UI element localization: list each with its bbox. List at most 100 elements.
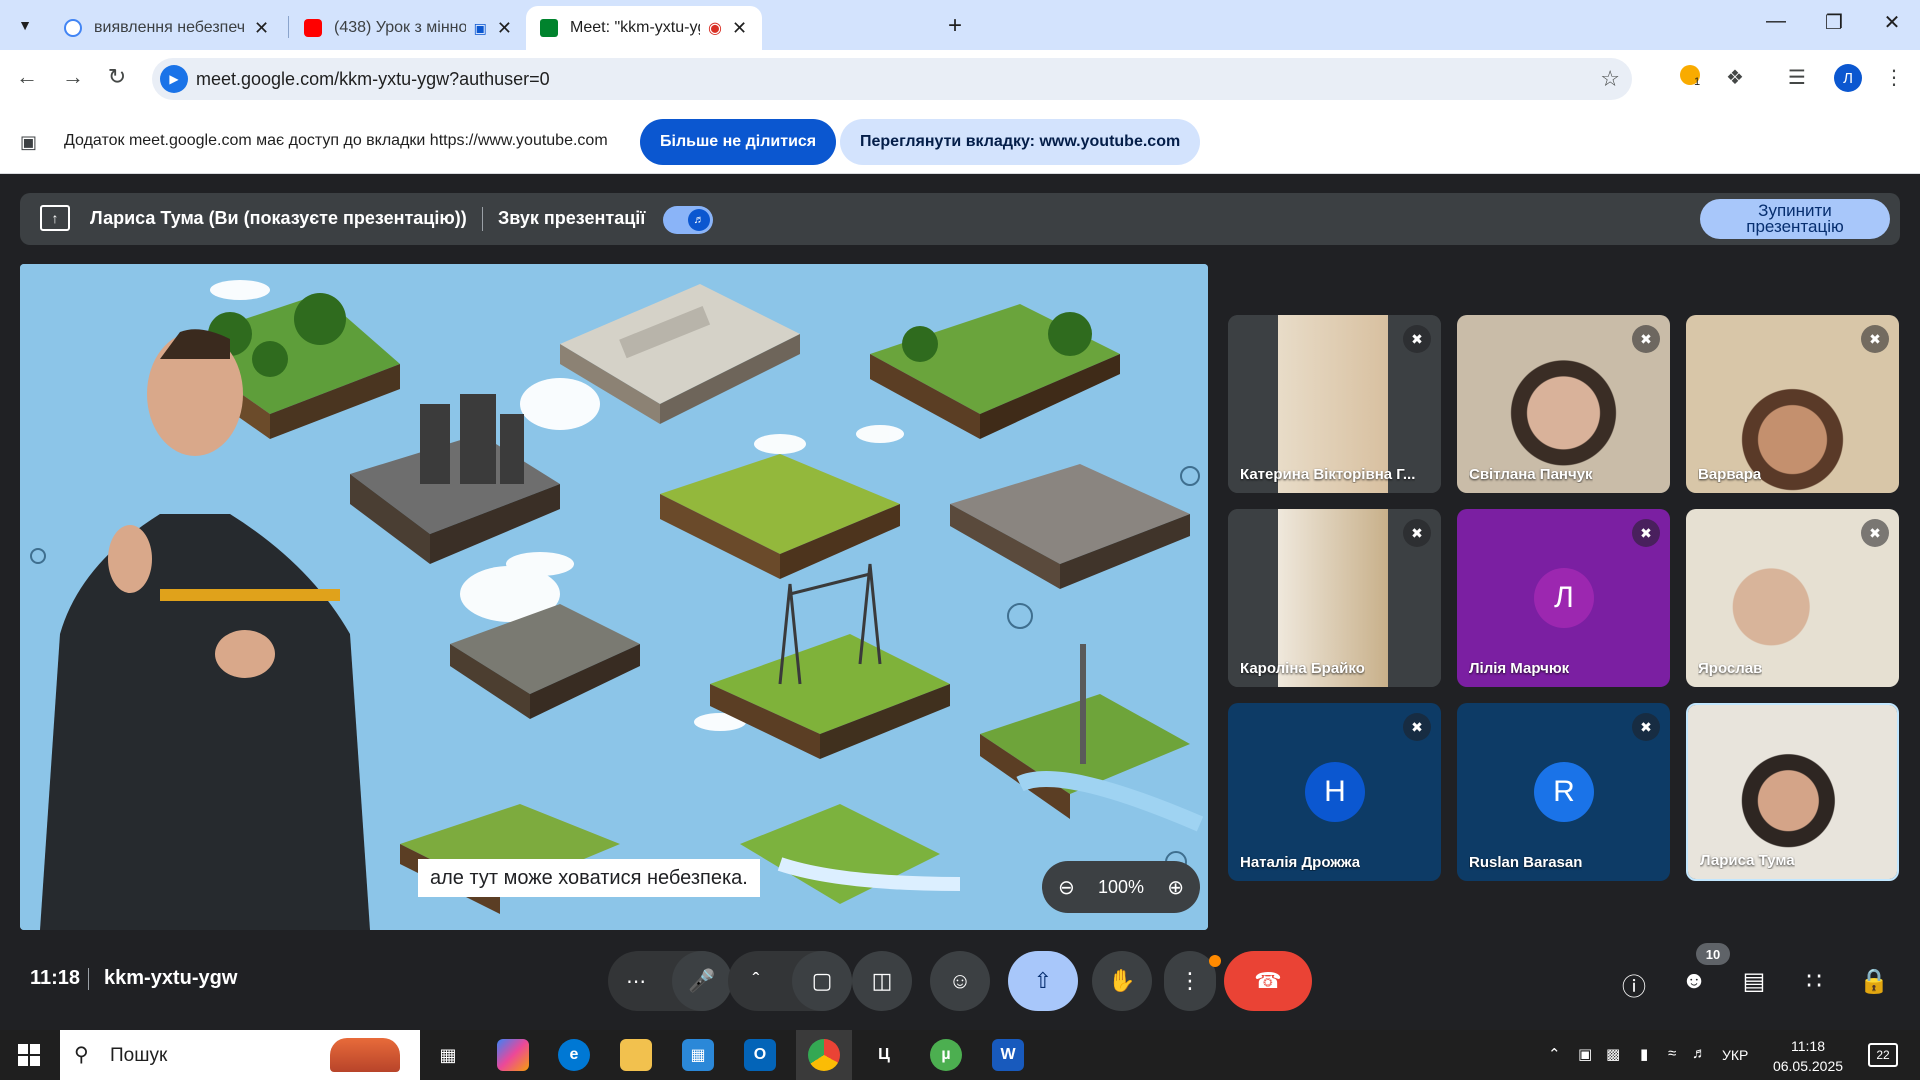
- mic-off-icon: ✖: [1403, 325, 1431, 353]
- presentation-sound-label: Звук презентації: [498, 208, 646, 228]
- bookmark-star-icon[interactable]: ☆: [1600, 66, 1620, 92]
- file-explorer-icon[interactable]: [620, 1039, 652, 1071]
- tab-title: (438) Урок з мінної безпек: [334, 19, 466, 36]
- search-icon: ⚲: [74, 1044, 89, 1066]
- copilot-icon[interactable]: [497, 1039, 529, 1071]
- participant-tile[interactable]: ✖ Варвара: [1686, 315, 1899, 493]
- chrome-menu-icon[interactable]: ⋮: [1884, 65, 1904, 90]
- mic-off-icon: ✖: [1632, 325, 1660, 353]
- camera-icon[interactable]: ▢: [792, 951, 852, 1011]
- restore-icon[interactable]: ❐: [1814, 10, 1854, 35]
- activities-icon[interactable]: ∷: [1796, 967, 1832, 996]
- participant-tile[interactable]: R ✖ Ruslan Barasan: [1457, 703, 1670, 881]
- tab-search-button[interactable]: ▼: [10, 10, 40, 40]
- url-text[interactable]: meet.google.com/kkm-yxtu-ygw?authuser=0: [196, 69, 550, 90]
- show-hidden-icons[interactable]: ⌃: [1548, 1045, 1561, 1063]
- mic-off-icon: ✖: [1861, 519, 1889, 547]
- presentation-stage: але тут може ховатися небезпека. ⊖ 100% …: [20, 264, 1208, 930]
- close-tab-icon[interactable]: ✕: [254, 18, 269, 39]
- self-view-tile[interactable]: Лариса Тума: [1686, 703, 1899, 881]
- video-options-icon[interactable]: ˆ: [736, 951, 776, 1011]
- system-clock[interactable]: 11:18 06.05.2025: [1770, 1036, 1846, 1076]
- audio-control-group: ⋯ 🎤: [608, 951, 732, 1011]
- presentation-sound-toggle[interactable]: ♬: [663, 206, 713, 234]
- zoom-in-icon[interactable]: ⊕: [1167, 875, 1184, 900]
- meet-tray-icon[interactable]: ▩: [1606, 1045, 1620, 1063]
- participant-tile[interactable]: ✖ Катерина Вікторівна Г...: [1228, 315, 1441, 493]
- input-language[interactable]: УКР: [1722, 1047, 1748, 1063]
- media-controls-icon[interactable]: ☰: [1788, 65, 1806, 90]
- banner-divider: [482, 207, 483, 231]
- mic-off-icon: ✖: [1632, 519, 1660, 547]
- address-bar[interactable]: ▶ meet.google.com/kkm-yxtu-ygw?authuser=…: [152, 58, 1632, 100]
- edge-icon[interactable]: e: [558, 1039, 590, 1071]
- zoom-out-icon[interactable]: ⊖: [1058, 875, 1075, 900]
- people-icon[interactable]: ☻: [1676, 967, 1712, 995]
- host-controls-icon[interactable]: 🔒: [1856, 967, 1892, 996]
- minimize-icon[interactable]: —: [1756, 10, 1796, 33]
- extension-badge-icon[interactable]: 1: [1680, 65, 1700, 91]
- battery-icon[interactable]: ▮: [1640, 1045, 1648, 1063]
- profile-avatar[interactable]: Л: [1834, 64, 1862, 92]
- app-icon[interactable]: Ц: [868, 1039, 900, 1071]
- leave-call-icon[interactable]: ☎: [1224, 951, 1312, 1011]
- present-now-icon[interactable]: ⇧: [1008, 951, 1078, 1011]
- word-icon[interactable]: W: [992, 1039, 1024, 1071]
- outlook-icon[interactable]: O: [744, 1039, 776, 1071]
- tab-meet[interactable]: Meet: "kkm-yxtu-ygw" ◉ ✕: [526, 6, 762, 50]
- audio-options-icon[interactable]: ⋯: [616, 951, 656, 1011]
- clock-date: 06.05.2025: [1772, 1058, 1844, 1074]
- captions-icon[interactable]: ◫: [852, 951, 912, 1011]
- close-tab-icon[interactable]: ✕: [732, 18, 747, 39]
- tab-youtube[interactable]: (438) Урок з мінної безпек ▣ ✕: [290, 6, 526, 50]
- taskbar-search[interactable]: ⚲ Пошук: [60, 1030, 420, 1080]
- participant-tile[interactable]: ✖ Ярослав: [1686, 509, 1899, 687]
- raise-hand-icon[interactable]: ✋: [1092, 951, 1152, 1011]
- new-tab-button[interactable]: +: [948, 12, 962, 40]
- windows-start-icon[interactable]: [18, 1044, 40, 1066]
- browser-tab-strip: ▼ виявлення небезпечних предм ✕ (438) Ур…: [0, 0, 1920, 50]
- view-shared-tab-button[interactable]: Переглянути вкладку: www.youtube.com: [840, 119, 1201, 165]
- tab-sharing-icon: ▣: [473, 19, 487, 36]
- forward-icon[interactable]: →: [58, 64, 88, 90]
- stop-sharing-button[interactable]: Більше не ділитися: [640, 119, 837, 165]
- participant-tile[interactable]: Н ✖ Наталія Дрожжа: [1228, 703, 1441, 881]
- extensions-puzzle-icon[interactable]: ❖: [1726, 65, 1744, 90]
- tab-title: Meet: "kkm-yxtu-ygw": [570, 19, 700, 36]
- search-highlight-image: [330, 1038, 400, 1072]
- mic-off-icon: ✖: [1403, 519, 1431, 547]
- microsoft-store-icon[interactable]: ▦: [682, 1039, 714, 1071]
- youtube-icon: [304, 19, 322, 37]
- participant-name: Наталія Дрожжа: [1240, 854, 1361, 871]
- stop-presenting-button[interactable]: Зупинити презентацію: [1700, 199, 1890, 239]
- participant-tile[interactable]: Л ✖ Лілія Марчюк: [1457, 509, 1670, 687]
- participant-tile[interactable]: ✖ Світлана Панчук: [1457, 315, 1670, 493]
- meeting-info-icon[interactable]: ⓘ: [1616, 967, 1652, 1002]
- chrome-icon[interactable]: [808, 1039, 840, 1071]
- search-placeholder: Пошук: [110, 1045, 168, 1066]
- video-caption: але тут може ховатися небезпека.: [418, 859, 760, 897]
- tab-google-search[interactable]: виявлення небезпечних предм ✕: [50, 6, 286, 50]
- meet-window: ↑ Лариса Тума (Ви (показуєте презентацію…: [0, 175, 1920, 1030]
- task-view-icon[interactable]: ▦: [432, 1039, 464, 1071]
- tab-share-infobar: ▣ Додаток meet.google.com має доступ до …: [0, 108, 1920, 174]
- notification-center-icon[interactable]: 22: [1868, 1043, 1898, 1067]
- emoji-reactions-icon[interactable]: ☺: [930, 951, 990, 1011]
- chat-icon[interactable]: ▤: [1736, 967, 1772, 996]
- participant-name: Лариса Тума: [1700, 852, 1795, 869]
- participant-avatar: Н: [1305, 762, 1365, 822]
- google-icon: [64, 19, 82, 37]
- volume-icon[interactable]: ♬: [1692, 1045, 1707, 1062]
- site-info-icon[interactable]: ▶: [160, 65, 188, 93]
- utorrent-icon[interactable]: µ: [930, 1039, 962, 1071]
- tray-app-icon[interactable]: ▣: [1578, 1045, 1592, 1063]
- presentation-illustration: [20, 264, 1208, 930]
- wifi-icon[interactable]: ≈: [1668, 1045, 1676, 1062]
- microphone-icon[interactable]: 🎤: [672, 951, 732, 1011]
- participant-tile[interactable]: ✖ Кароліна Брайко: [1228, 509, 1441, 687]
- reload-icon[interactable]: ↻: [102, 64, 132, 90]
- share-message: Додаток meet.google.com має доступ до вк…: [64, 132, 608, 149]
- close-window-icon[interactable]: ✕: [1872, 10, 1912, 35]
- close-tab-icon[interactable]: ✕: [497, 18, 512, 39]
- back-icon[interactable]: ←: [12, 64, 42, 90]
